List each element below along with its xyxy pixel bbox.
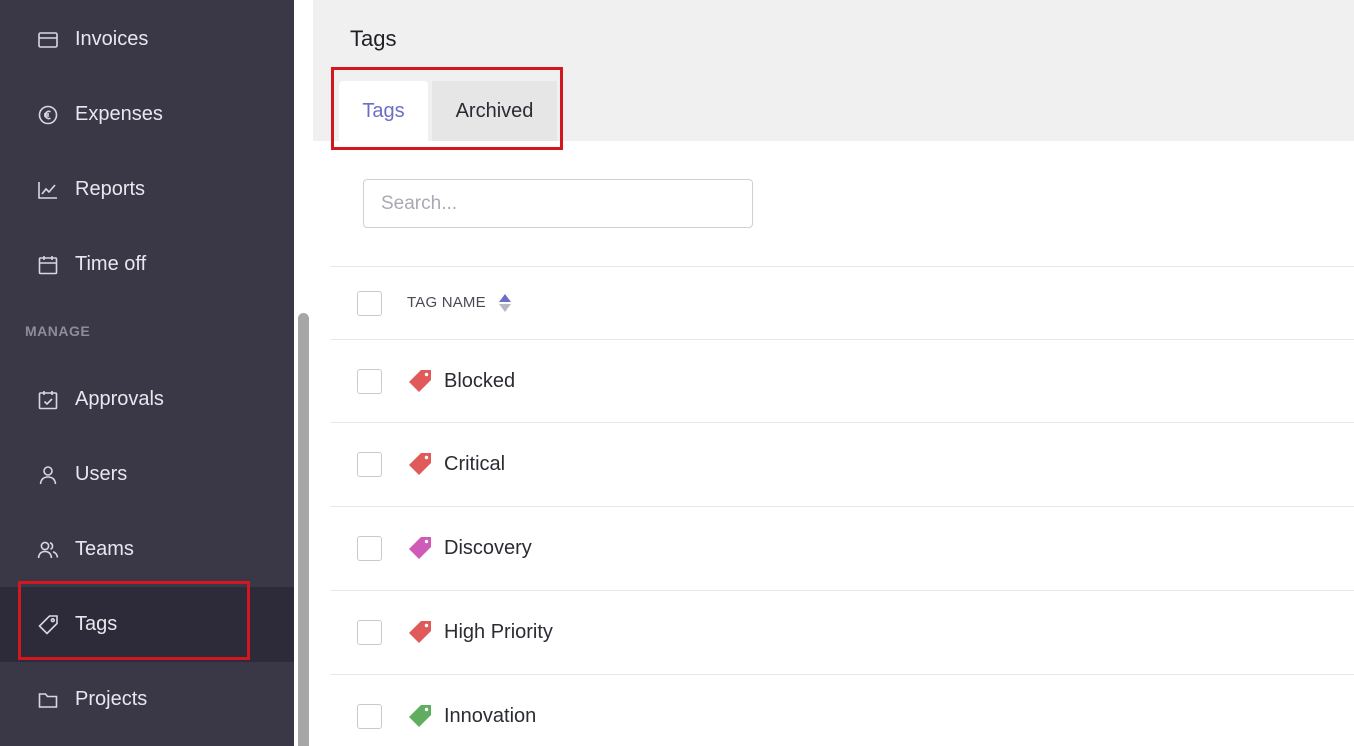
sidebar-item-users[interactable]: Users — [0, 437, 294, 512]
tag-color-icon — [407, 619, 433, 645]
scrollbar-thumb[interactable] — [298, 313, 309, 746]
divider — [331, 506, 1354, 507]
tag-name[interactable]: High Priority — [444, 621, 553, 644]
folder-icon — [37, 689, 59, 711]
tab-tags[interactable]: Tags — [339, 81, 428, 141]
divider — [331, 674, 1354, 675]
sidebar-item-label: Reports — [75, 178, 146, 200]
sidebar-item-label: Time off — [75, 253, 147, 275]
chart-line-icon — [37, 179, 59, 201]
sidebar-item-label: Users — [75, 463, 128, 485]
select-all-checkbox[interactable] — [357, 291, 382, 316]
row-checkbox[interactable] — [357, 620, 382, 645]
calendar-check-icon — [37, 389, 59, 411]
page-title: Tags — [350, 26, 397, 51]
sidebar-item-expenses[interactable]: Expenses — [0, 77, 294, 152]
user-icon — [37, 464, 59, 486]
invoice-icon — [37, 29, 59, 51]
section-label-manage: MANAGE — [25, 323, 91, 339]
calendar-icon — [37, 254, 59, 276]
sidebar-item-approvals[interactable]: Approvals — [0, 362, 294, 437]
sidebar-item-label: Tags — [75, 613, 118, 635]
tag-name[interactable]: Innovation — [444, 705, 536, 728]
sidebar: Invoices Expenses Reports Time off MANAG… — [0, 0, 294, 746]
sidebar-item-projects[interactable]: Projects — [0, 662, 294, 737]
tag-name[interactable]: Discovery — [444, 537, 532, 560]
tag-color-icon — [407, 451, 433, 477]
tag-color-icon — [407, 703, 433, 729]
tag-name[interactable]: Blocked — [444, 370, 515, 393]
sidebar-item-invoices[interactable]: Invoices — [0, 2, 294, 77]
divider — [331, 422, 1354, 423]
column-header-tag-name[interactable]: TAG NAME — [407, 294, 486, 311]
row-checkbox[interactable] — [357, 452, 382, 477]
tag-color-icon — [407, 368, 433, 394]
sidebar-item-teams[interactable]: Teams — [0, 512, 294, 587]
sidebar-item-label: Approvals — [75, 388, 164, 410]
tag-color-icon — [407, 535, 433, 561]
sidebar-item-tags[interactable]: Tags — [0, 587, 294, 662]
search-input[interactable] — [363, 179, 753, 228]
sidebar-item-label: Teams — [75, 538, 134, 560]
row-checkbox[interactable] — [357, 704, 382, 729]
divider — [331, 266, 1354, 267]
sidebar-item-reports[interactable]: Reports — [0, 152, 294, 227]
row-checkbox[interactable] — [357, 536, 382, 561]
divider — [331, 339, 1354, 340]
team-icon — [37, 539, 59, 561]
row-checkbox[interactable] — [357, 369, 382, 394]
sidebar-item-label: Projects — [75, 688, 148, 710]
tag-icon — [37, 614, 59, 636]
tag-name[interactable]: Critical — [444, 453, 505, 476]
tab-archived[interactable]: Archived — [432, 81, 557, 141]
divider — [331, 590, 1354, 591]
sidebar-item-label: Expenses — [75, 103, 163, 125]
sort-icon[interactable] — [498, 292, 512, 314]
euro-icon — [37, 104, 59, 126]
sidebar-item-label: Invoices — [75, 28, 149, 50]
sidebar-item-time-off[interactable]: Time off — [0, 227, 294, 302]
